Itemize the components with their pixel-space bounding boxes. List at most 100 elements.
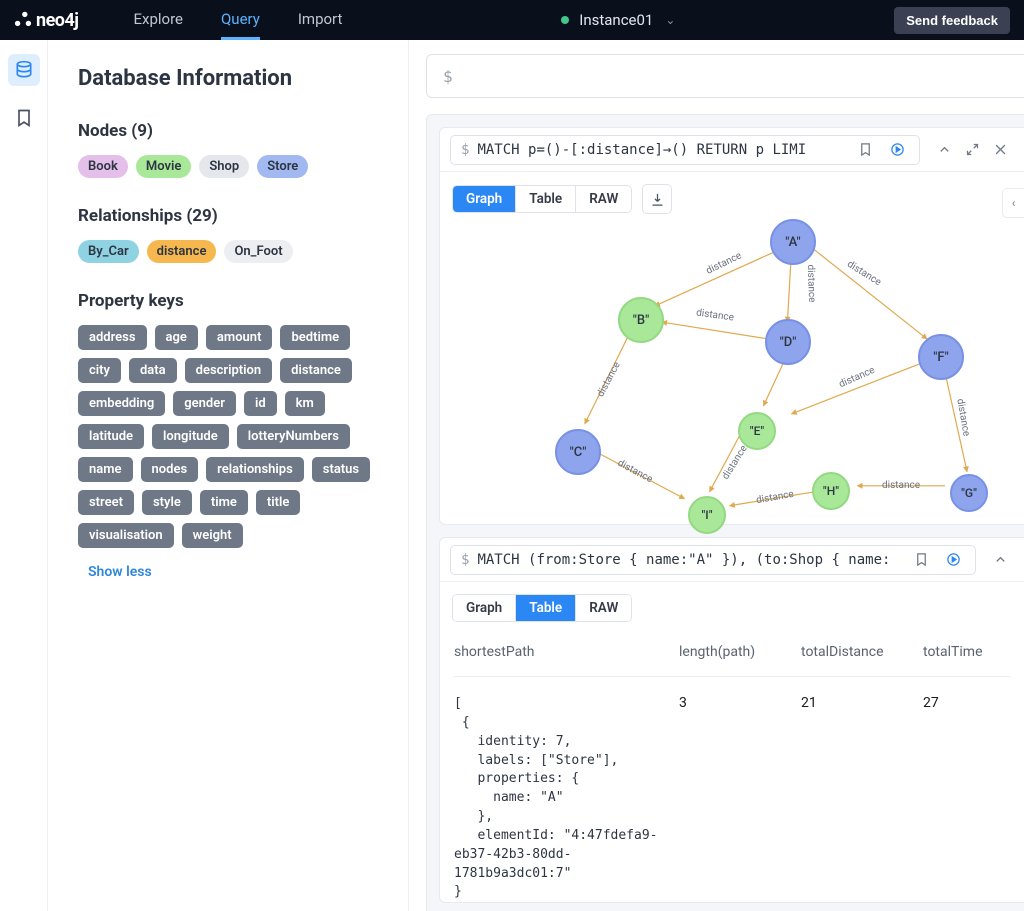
node-label-store[interactable]: Store	[257, 155, 308, 178]
key-relationships[interactable]: relationships	[206, 457, 304, 482]
card2-subbar: Graph Table RAW	[440, 582, 1024, 622]
key-city[interactable]: city	[78, 358, 121, 383]
instance-selector[interactable]: Instance01 ⌄	[342, 11, 894, 29]
node-label-shop[interactable]: Shop	[199, 155, 249, 178]
nodes-section: Nodes (9) Book Movie Shop Store	[78, 121, 378, 178]
collapse-icon[interactable]	[988, 548, 1012, 572]
property-keys-section: Property keys address age amount bedtime…	[78, 291, 378, 580]
card2-query-text: MATCH (from:Store { name:"A" }), (to:Sho…	[477, 552, 901, 568]
graph-node-B[interactable]: "B"	[618, 297, 664, 343]
status-dot-icon	[561, 16, 569, 24]
card2-tab-table[interactable]: Table	[515, 595, 575, 621]
rel-on-foot[interactable]: On_Foot	[224, 240, 292, 263]
logo-mark	[14, 9, 32, 32]
col-shortestPath: shortestPath	[454, 644, 679, 660]
card1-tab-raw[interactable]: RAW	[575, 186, 631, 212]
edge-label: distance	[616, 458, 655, 486]
chevron-down-icon: ⌄	[665, 13, 675, 27]
table-row: [ { identity: 7, labels: ["Store"], prop…	[454, 677, 1010, 902]
col-length: length(path)	[679, 644, 801, 660]
show-less-link[interactable]: Show less	[88, 564, 378, 580]
card1-query[interactable]: $ MATCH p=()-[:distance]→() RETURN p LIM…	[450, 135, 920, 165]
content: $ $ MATCH p=()-[:distance]→() RETURN p L…	[426, 40, 1024, 911]
graph-node-C[interactable]: "C"	[555, 429, 601, 475]
key-weight[interactable]: weight	[182, 523, 243, 548]
key-gender[interactable]: gender	[173, 391, 236, 416]
col-totalTime: totalTime	[923, 644, 1024, 660]
key-style[interactable]: style	[142, 490, 192, 515]
key-data[interactable]: data	[129, 358, 177, 383]
card2-query[interactable]: $ MATCH (from:Store { name:"A" }), (to:S…	[450, 545, 976, 575]
graph-viz[interactable]: "A" "B" "D" "F" "C" "E" "H" "G" "I" dist…	[440, 214, 1024, 524]
close-icon[interactable]	[988, 138, 1012, 162]
main: Database Information Nodes (9) Book Movi…	[0, 40, 1024, 911]
edge-label: distance	[720, 443, 749, 481]
send-feedback-button[interactable]: Send feedback	[894, 7, 1010, 34]
prompt-dollar: $	[443, 67, 453, 86]
rel-by-car[interactable]: By_Car	[78, 240, 139, 263]
card1-tab-table[interactable]: Table	[515, 186, 575, 212]
key-status[interactable]: status	[312, 457, 370, 482]
graph-node-I[interactable]: "I"	[688, 496, 726, 534]
graph-node-D[interactable]: "D"	[765, 319, 811, 365]
card2-tab-raw[interactable]: RAW	[575, 595, 631, 621]
nav-query[interactable]: Query	[221, 1, 260, 40]
result-card-1: $ MATCH p=()-[:distance]→() RETURN p LIM…	[439, 127, 1024, 525]
key-embedding[interactable]: embedding	[78, 391, 165, 416]
graph-node-A[interactable]: "A"	[770, 219, 816, 265]
nav-explore[interactable]: Explore	[133, 1, 183, 40]
collapse-icon[interactable]	[932, 138, 956, 162]
node-label-book[interactable]: Book	[78, 155, 128, 178]
dollar-icon: $	[461, 142, 469, 158]
card1-tab-graph[interactable]: Graph	[453, 186, 515, 212]
key-time[interactable]: time	[200, 490, 248, 515]
key-visualisation[interactable]: visualisation	[78, 523, 174, 548]
key-longitude[interactable]: longitude	[152, 424, 229, 449]
database-icon[interactable]	[8, 54, 40, 86]
cell-length: 3	[679, 695, 801, 902]
graph-node-F[interactable]: "F"	[918, 334, 964, 380]
run-query-icon[interactable]	[941, 548, 965, 572]
bookmark-query-icon[interactable]	[853, 138, 877, 162]
rels-header: Relationships (29)	[78, 206, 378, 226]
download-icon[interactable]	[642, 184, 672, 214]
graph-node-G[interactable]: "G"	[950, 474, 988, 512]
result-card-2: $ MATCH (from:Store { name:"A" }), (to:S…	[439, 537, 1024, 903]
key-distance[interactable]: distance	[280, 358, 352, 383]
key-km[interactable]: km	[285, 391, 325, 416]
key-nodes[interactable]: nodes	[141, 457, 199, 482]
key-name[interactable]: name	[78, 457, 133, 482]
key-title[interactable]: title	[256, 490, 300, 515]
key-amount[interactable]: amount	[206, 325, 273, 350]
graph-node-E[interactable]: "E"	[738, 412, 776, 450]
property-keys: address age amount bedtime city data des…	[78, 325, 378, 548]
key-street[interactable]: street	[78, 490, 134, 515]
nav-import[interactable]: Import	[298, 1, 343, 40]
logo-text: neo4j	[36, 10, 78, 31]
graph-node-H[interactable]: "H"	[812, 472, 850, 510]
key-description[interactable]: description	[185, 358, 273, 383]
card2-header: $ MATCH (from:Store { name:"A" }), (to:S…	[440, 538, 1024, 582]
bookmark-query-icon[interactable]	[909, 548, 933, 572]
rel-distance[interactable]: distance	[147, 240, 217, 263]
key-lotteryNumbers[interactable]: lotteryNumbers	[237, 424, 350, 449]
cell-shortestPath: [ { identity: 7, labels: ["Store"], prop…	[454, 695, 679, 902]
edge-label: distance	[845, 259, 883, 288]
key-latitude[interactable]: latitude	[78, 424, 144, 449]
edge-label: distance	[837, 365, 876, 391]
logo: neo4j	[14, 9, 78, 32]
query-input[interactable]: $	[426, 54, 1024, 98]
run-query-icon[interactable]	[885, 138, 909, 162]
edge-label: distance	[705, 250, 744, 277]
edge-label: distance	[805, 264, 817, 302]
card2-tab-graph[interactable]: Graph	[453, 595, 515, 621]
keys-header: Property keys	[78, 291, 378, 311]
node-label-movie[interactable]: Movie	[136, 155, 192, 178]
key-bedtime[interactable]: bedtime	[280, 325, 350, 350]
expand-icon[interactable]	[960, 138, 984, 162]
bookmark-icon[interactable]	[8, 102, 40, 134]
key-id[interactable]: id	[244, 391, 277, 416]
key-age[interactable]: age	[155, 325, 198, 350]
dollar-icon: $	[461, 552, 469, 568]
key-address[interactable]: address	[78, 325, 147, 350]
